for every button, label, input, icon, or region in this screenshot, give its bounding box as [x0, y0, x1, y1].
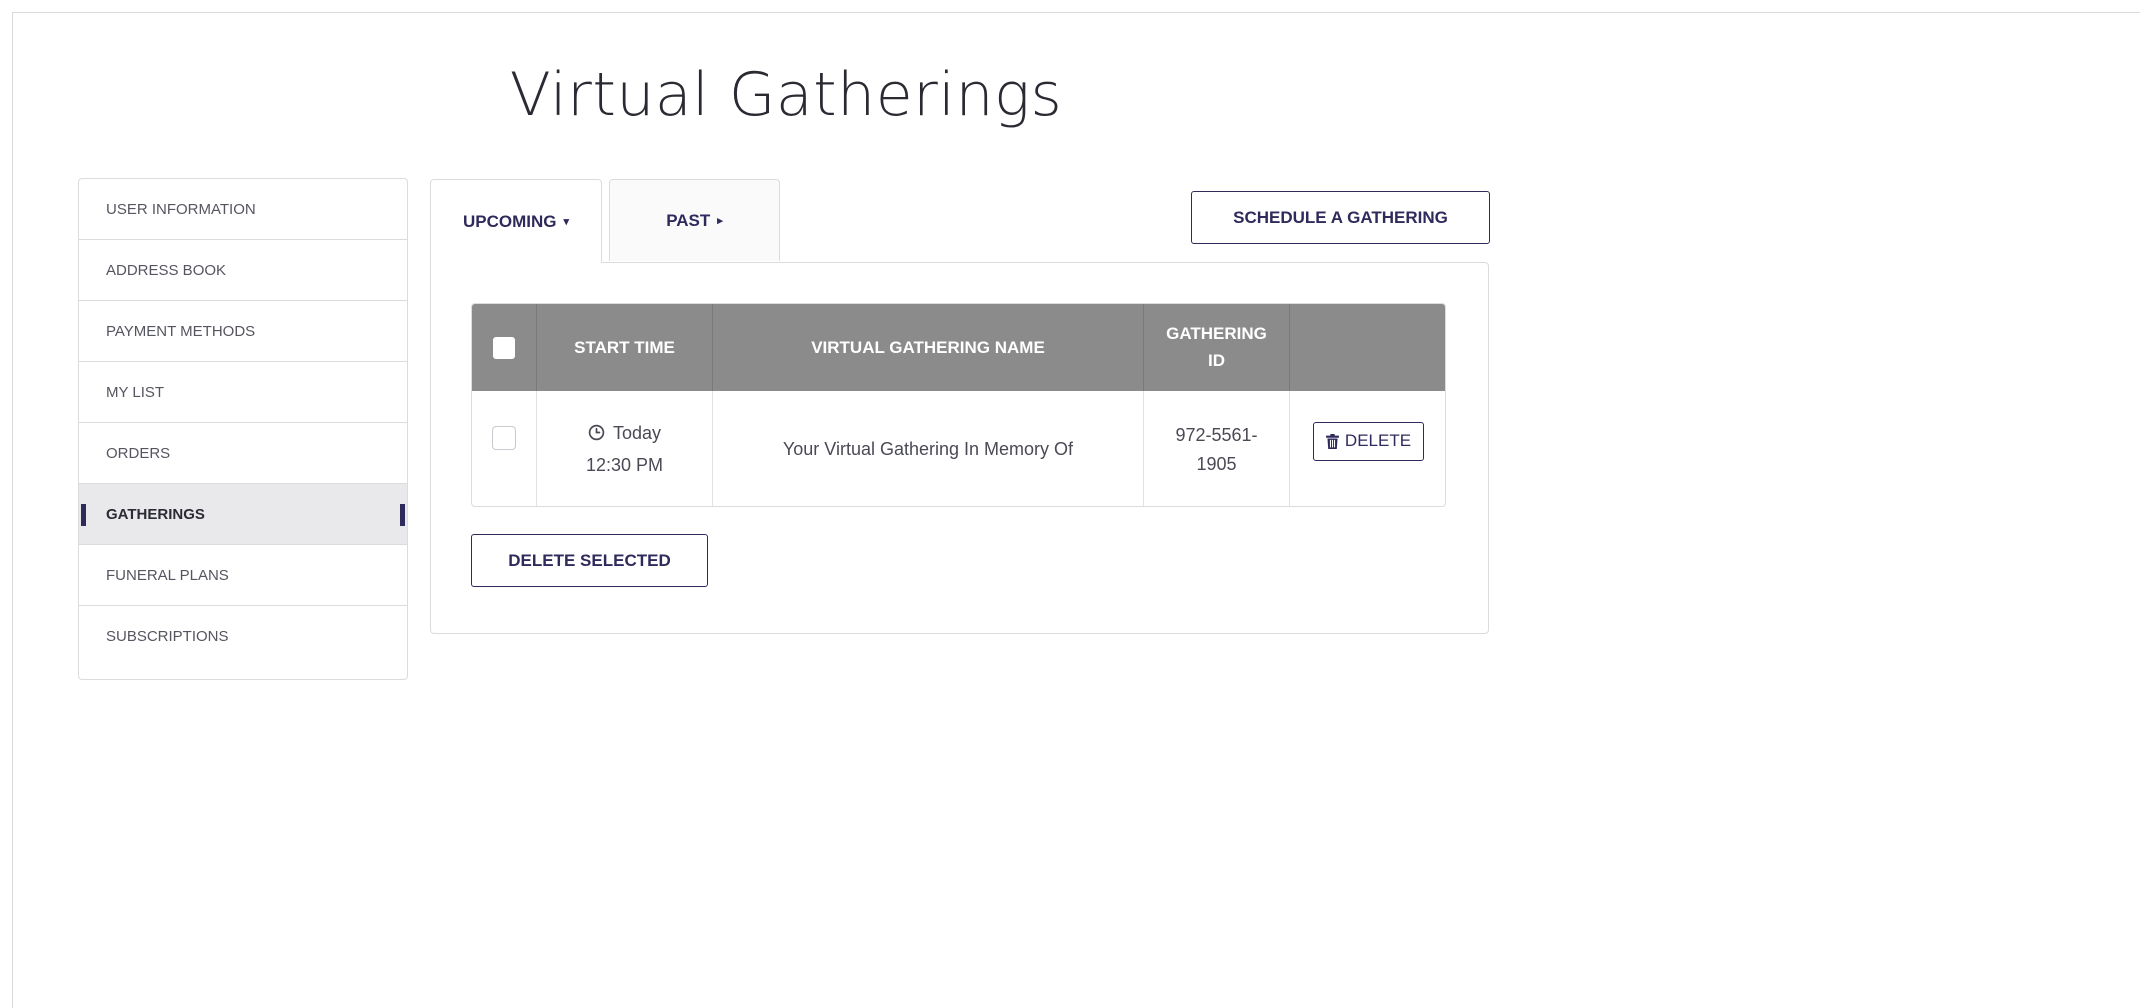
row-select-cell: [472, 391, 537, 506]
delete-row-label: DELETE: [1344, 431, 1412, 451]
gathering-id-line1: 972-5561-: [1175, 424, 1258, 445]
gatherings-table: START TIME VIRTUAL GATHERING NAME GATHER…: [471, 303, 1446, 507]
page-title: Virtual Gatherings: [509, 60, 1063, 130]
sidebar-item-my-list[interactable]: MY LIST: [79, 362, 407, 423]
row-actions-cell: DELETE: [1290, 391, 1445, 506]
sidebar-item-address-book[interactable]: ADDRESS BOOK: [79, 240, 407, 301]
gathering-name-cell[interactable]: Your Virtual Gathering In Memory Of: [713, 391, 1144, 506]
header-gathering-id[interactable]: GATHERING ID: [1144, 304, 1290, 391]
header-gathering-id-line1: GATHERING: [1166, 324, 1267, 344]
start-day: Today: [612, 423, 662, 443]
select-all-checkbox[interactable]: [493, 336, 515, 359]
row-checkbox[interactable]: [492, 425, 516, 450]
tab-past[interactable]: PAST ▸: [609, 179, 780, 261]
trash-icon: [1325, 434, 1339, 449]
schedule-gathering-button[interactable]: SCHEDULE A GATHERING: [1191, 191, 1490, 244]
clock-icon: [588, 424, 605, 441]
start-time-cell: Today 12:30 PM: [537, 391, 713, 506]
sidebar-item-user-information[interactable]: USER INFORMATION: [79, 179, 407, 240]
table-header: START TIME VIRTUAL GATHERING NAME GATHER…: [472, 304, 1445, 391]
sidebar-item-orders[interactable]: ORDERS: [79, 423, 407, 484]
header-actions: [1290, 304, 1445, 391]
sidebar-item-gatherings[interactable]: GATHERINGS: [79, 484, 407, 545]
gathering-id-cell: 972-5561- 1905: [1144, 391, 1290, 506]
header-select-cell: [472, 304, 537, 391]
delete-row-button[interactable]: DELETE: [1312, 422, 1425, 461]
start-time: 12:30 PM: [585, 454, 664, 475]
tab-past-label: PAST: [666, 210, 711, 230]
header-gathering-id-line2: ID: [1208, 350, 1225, 370]
caret-right-icon: ▸: [717, 215, 723, 227]
tab-upcoming[interactable]: UPCOMING ▾: [430, 179, 602, 263]
sidebar-item-subscriptions[interactable]: SUBSCRIPTIONS: [79, 606, 407, 667]
sidebar-item-funeral-plans[interactable]: FUNERAL PLANS: [79, 545, 407, 606]
header-start-time[interactable]: START TIME: [537, 304, 713, 391]
caret-down-icon: ▾: [563, 216, 570, 228]
delete-selected-button[interactable]: DELETE SELECTED: [471, 534, 708, 587]
account-sidebar: USER INFORMATION ADDRESS BOOK PAYMENT ME…: [78, 178, 408, 680]
tab-upcoming-label: UPCOMING: [462, 211, 557, 231]
gathering-id-line2: 1905: [1196, 453, 1237, 474]
sidebar-item-payment-methods[interactable]: PAYMENT METHODS: [79, 301, 407, 362]
header-gathering-name[interactable]: VIRTUAL GATHERING NAME: [713, 304, 1144, 391]
